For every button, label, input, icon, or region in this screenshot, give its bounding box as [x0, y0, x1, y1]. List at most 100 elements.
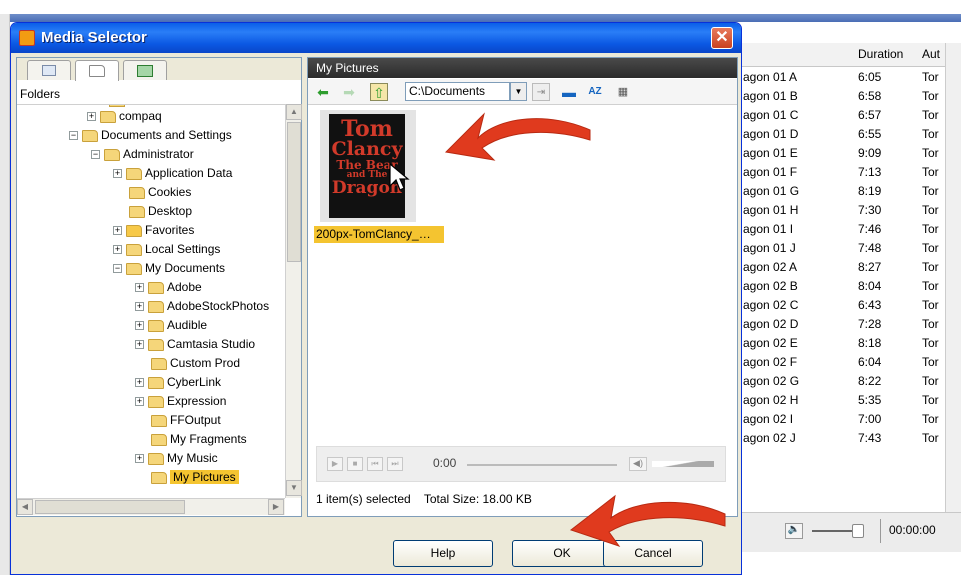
expand-icon[interactable]: + [113, 169, 122, 179]
table-row[interactable]: agon 02 A 8:27 Tor [740, 258, 945, 277]
desktop-icon[interactable]: ▬ [560, 83, 578, 101]
up-folder-icon[interactable]: ⇧ [370, 83, 388, 101]
tree-node[interactable]: + Adobe [135, 278, 202, 297]
expand-icon[interactable]: + [135, 283, 144, 293]
cell-duration: 7:00 [858, 412, 882, 426]
back-arrow-icon[interactable]: ⬅ [314, 83, 332, 101]
path-dropdown-icon[interactable]: ▼ [510, 82, 527, 101]
table-row[interactable]: agon 01 J 7:48 Tor [740, 239, 945, 258]
forward-arrow-icon[interactable]: ➡ [340, 83, 358, 101]
bg-volume-slider[interactable] [812, 530, 852, 532]
tree-node[interactable]: − My Documents [113, 259, 225, 278]
tree-node[interactable]: FFOutput [151, 411, 221, 430]
table-row[interactable]: agon 02 B 8:04 Tor [740, 277, 945, 296]
tab-computer[interactable] [123, 60, 167, 80]
tree-node[interactable]: Custom Prod [151, 354, 240, 373]
tree-node[interactable]: + compaq [87, 107, 162, 126]
tree-node[interactable]: + AdobeStockPhotos [135, 297, 269, 316]
scroll-left-icon[interactable]: ◀ [17, 499, 33, 515]
tree-node[interactable]: + Application Data [113, 164, 232, 183]
bg-vertical-scrollbar[interactable] [945, 43, 961, 513]
scroll-thumb[interactable] [287, 122, 301, 262]
dialog-titlebar[interactable]: Media Selector ✕ [11, 23, 741, 53]
tree-vertical-scrollbar[interactable]: ▲ ▼ [285, 104, 302, 498]
play-icon[interactable]: ▶ [327, 457, 343, 471]
stop-icon[interactable]: ■ [347, 457, 363, 471]
expand-icon[interactable]: + [135, 378, 144, 388]
expand-icon[interactable]: + [135, 302, 144, 312]
expand-icon[interactable]: + [113, 226, 122, 236]
scroll-down-icon[interactable]: ▼ [286, 480, 302, 496]
expand-icon[interactable]: + [113, 245, 122, 255]
folders-label: Folders [20, 87, 61, 101]
tree-node[interactable]: Cookies [129, 183, 191, 202]
sort-az-icon[interactable]: AZ [586, 83, 604, 101]
tree-node[interactable]: Desktop [129, 202, 192, 221]
tree-node[interactable]: My Fragments [151, 430, 247, 449]
tab-list-view[interactable] [27, 60, 71, 80]
tree-node[interactable]: + CyberLink [135, 373, 221, 392]
author-column-header[interactable]: Aut [922, 47, 940, 61]
go-arrow-icon[interactable]: ⇥ [532, 83, 550, 101]
table-row[interactable]: agon 02 C 6:43 Tor [740, 296, 945, 315]
tree-node[interactable]: + Camtasia Studio [135, 335, 255, 354]
collapse-icon[interactable]: − [91, 150, 100, 160]
seek-slider[interactable] [467, 464, 617, 466]
table-row[interactable]: agon 02 I 7:00 Tor [740, 410, 945, 429]
table-row[interactable]: agon 01 I 7:46 Tor [740, 220, 945, 239]
hscroll-thumb[interactable] [35, 500, 185, 514]
table-row[interactable]: agon 02 D 7:28 Tor [740, 315, 945, 334]
cell-name: agon 01 E [743, 146, 798, 160]
bg-left-strip [0, 14, 10, 575]
expand-icon[interactable]: + [135, 397, 144, 407]
close-button[interactable]: ✕ [711, 27, 733, 49]
cell-duration: 8:19 [858, 184, 882, 198]
table-row[interactable]: agon 01 C 6:57 Tor [740, 106, 945, 125]
volume-icon[interactable]: ◀) [629, 457, 647, 471]
scroll-up-icon[interactable]: ▲ [286, 104, 302, 120]
collapse-icon[interactable]: − [69, 131, 78, 141]
folder-icon [129, 186, 145, 199]
expand-icon[interactable]: + [135, 454, 144, 464]
bg-volume-thumb[interactable] [852, 524, 864, 538]
tree-node[interactable]: − Documents and Settings [69, 126, 232, 145]
table-row[interactable]: agon 02 G 8:22 Tor [740, 372, 945, 391]
collapse-icon[interactable]: − [113, 264, 122, 274]
table-row[interactable]: agon 01 F 7:13 Tor [740, 163, 945, 182]
expand-icon[interactable]: + [87, 112, 96, 122]
table-row[interactable]: agon 02 F 6:04 Tor [740, 353, 945, 372]
expand-icon[interactable]: + [135, 321, 144, 331]
table-row[interactable]: agon 01 E 9:09 Tor [740, 144, 945, 163]
scroll-right-icon[interactable]: ▶ [268, 499, 284, 515]
tree-node[interactable]: + Audible [135, 316, 207, 335]
tab-folders[interactable] [75, 60, 119, 81]
volume-slider[interactable] [652, 461, 714, 467]
file-label[interactable]: 200px-TomClancy_… [314, 226, 444, 243]
tree-horizontal-scrollbar[interactable]: ◀ ▶ [17, 498, 285, 515]
tree-node[interactable]: + My Music [135, 449, 218, 468]
tree-node[interactable]: − Administrator [91, 145, 194, 164]
table-row[interactable]: agon 02 E 8:18 Tor [740, 334, 945, 353]
tree-node[interactable]: My Pictures [151, 468, 239, 487]
previous-icon[interactable]: ⏮ [367, 457, 383, 471]
table-row[interactable]: agon 01 G 8:19 Tor [740, 182, 945, 201]
list-view-icon [42, 65, 56, 76]
tree-node[interactable]: + Favorites [113, 221, 194, 240]
path-field[interactable]: C:\Documents [405, 82, 510, 101]
tree-node[interactable]: + Local Settings [113, 240, 220, 259]
next-icon[interactable]: ⏭ [387, 457, 403, 471]
help-button[interactable]: Help [393, 540, 493, 567]
view-mode-icon[interactable]: ▦ [614, 83, 632, 101]
cell-author: Tor [922, 203, 939, 217]
table-row[interactable]: agon 01 A 6:05 Tor [740, 68, 945, 87]
table-row[interactable]: agon 02 J 7:43 Tor [740, 429, 945, 448]
table-row[interactable]: agon 01 D 6:55 Tor [740, 125, 945, 144]
table-row[interactable]: agon 01 B 6:58 Tor [740, 87, 945, 106]
bg-volume-icon[interactable]: 🔈 [785, 523, 803, 539]
table-row[interactable]: agon 02 H 5:35 Tor [740, 391, 945, 410]
duration-column-header[interactable]: Duration [858, 47, 903, 61]
expand-icon[interactable]: + [135, 340, 144, 350]
table-row[interactable]: agon 01 H 7:30 Tor [740, 201, 945, 220]
tree-node[interactable]: + Expression [135, 392, 226, 411]
cell-name: agon 02 D [743, 317, 799, 331]
